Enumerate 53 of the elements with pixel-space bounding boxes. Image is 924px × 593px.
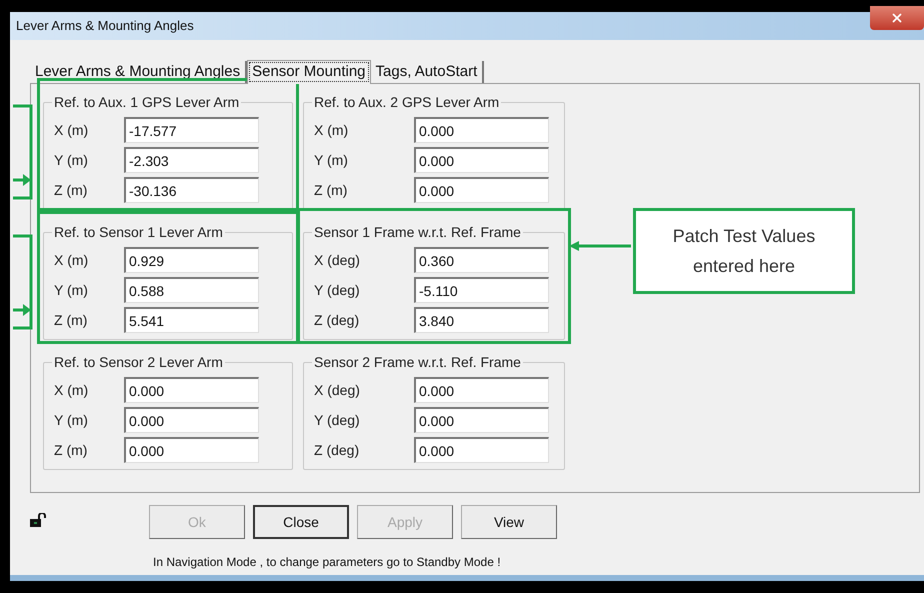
input-field[interactable]: 3.840: [414, 307, 549, 333]
group-title: Ref. to Sensor 2 Lever Arm: [53, 353, 224, 372]
input-field[interactable]: 0.000: [414, 177, 549, 203]
group-title: Ref. to Aux. 2 GPS Lever Arm: [313, 93, 500, 112]
input-field[interactable]: 0.000: [414, 377, 549, 403]
input-field[interactable]: 0.000: [414, 437, 549, 463]
field-label: Z (m): [314, 180, 348, 200]
field-label: Z (m): [54, 180, 88, 200]
group-title: Ref. to Sensor 1 Lever Arm: [53, 223, 224, 242]
tab[interactable]: Sensor Mounting: [247, 60, 371, 84]
input-field[interactable]: 5.541: [124, 307, 259, 333]
field-label: Y (m): [54, 280, 89, 300]
input-field[interactable]: 0.000: [414, 407, 549, 433]
field-label: X (m): [54, 380, 90, 400]
dialog-button[interactable]: Close: [253, 505, 349, 539]
input-field[interactable]: 0.929: [124, 247, 259, 273]
callout-box: Patch Test Values entered here: [633, 208, 855, 294]
input-field[interactable]: 0.000: [124, 437, 259, 463]
field-label: X (m): [54, 120, 90, 140]
status-message: In Navigation Mode , to change parameters go to Standby Mode !: [153, 554, 502, 571]
group-title: Sensor 1 Frame w.r.t. Ref. Frame: [313, 223, 522, 242]
field-label: Y (m): [54, 150, 89, 170]
input-field[interactable]: -30.136: [124, 177, 259, 203]
input-field[interactable]: -17.577: [124, 117, 259, 143]
window-title: Lever Arms & Mounting Angles: [16, 17, 194, 36]
field-label: Y (m): [54, 410, 89, 430]
input-field[interactable]: 0.000: [124, 377, 259, 403]
group-title: Ref. to Aux. 1 GPS Lever Arm: [53, 93, 240, 112]
input-field[interactable]: 0.588: [124, 277, 259, 303]
field-label: Z (deg): [314, 310, 360, 330]
padlock-icon: [30, 513, 46, 527]
dialog-button[interactable]: View: [461, 505, 557, 539]
input-field[interactable]: 0.000: [124, 407, 259, 433]
field-label: Z (m): [54, 440, 88, 460]
input-field[interactable]: 0.360: [414, 247, 549, 273]
input-field[interactable]: 0.000: [414, 117, 549, 143]
field-label: Y (deg): [314, 280, 361, 300]
field-label: X (deg): [314, 250, 361, 270]
field-label: X (deg): [314, 380, 361, 400]
field-label: Y (m): [314, 150, 349, 170]
field-label: Z (m): [54, 310, 88, 330]
group-title: Sensor 2 Frame w.r.t. Ref. Frame: [313, 353, 522, 372]
input-field[interactable]: -2.303: [124, 147, 259, 173]
field-label: Y (deg): [314, 410, 361, 430]
tab[interactable]: Tags, AutoStart: [370, 61, 484, 83]
leader-line: [569, 240, 631, 252]
field-label: X (m): [314, 120, 350, 140]
field-label: X (m): [54, 250, 90, 270]
close-button[interactable]: [870, 6, 924, 30]
input-field[interactable]: 0.000: [414, 147, 549, 173]
field-label: Z (deg): [314, 440, 360, 460]
close-icon: [890, 11, 904, 25]
input-field[interactable]: -5.110: [414, 277, 549, 303]
